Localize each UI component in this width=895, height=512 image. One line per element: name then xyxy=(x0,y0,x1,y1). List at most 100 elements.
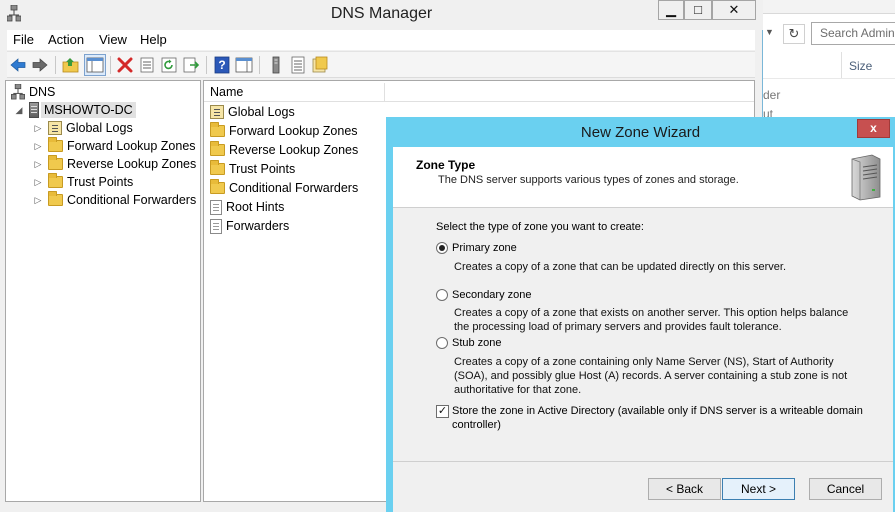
export-list-icon[interactable] xyxy=(180,54,202,76)
menu-help[interactable]: Help xyxy=(140,32,167,47)
search-input[interactable]: Search Admin xyxy=(811,22,895,45)
list-item[interactable]: Root Hints xyxy=(210,198,284,216)
show-action-pane-icon[interactable] xyxy=(233,54,255,76)
next-button[interactable]: Next > xyxy=(722,478,795,500)
folder-icon xyxy=(48,173,63,188)
tree-item-label: Forward Lookup Zones xyxy=(67,139,196,153)
maximize-button[interactable]: □ xyxy=(684,0,712,20)
toolbar: ? xyxy=(7,51,755,78)
column-header-name[interactable]: Name xyxy=(210,85,243,99)
list-item[interactable]: Trust Points xyxy=(210,160,295,178)
collapse-arrow-icon[interactable]: ◢ xyxy=(13,105,25,116)
forward-arrow-icon[interactable] xyxy=(29,54,51,76)
primary-zone-description: Creates a copy of a zone that can be upd… xyxy=(454,261,787,273)
dialog-title: New Zone Wizard xyxy=(580,124,701,141)
list-item-label: Global Logs xyxy=(228,105,295,119)
tree-item-label: Trust Points xyxy=(67,175,134,189)
tree-item-conditional-forwarders[interactable]: ▷ Conditional Forwarders xyxy=(32,191,196,209)
tree-item-trust-points[interactable]: ▷ Trust Points xyxy=(32,173,133,191)
list-item-label: Trust Points xyxy=(229,162,296,176)
properties-icon[interactable] xyxy=(136,54,158,76)
radio-label: Primary zone xyxy=(452,242,517,254)
tree-item-label: Reverse Lookup Zones xyxy=(67,157,197,171)
address-dropdown-icon[interactable]: ▼ xyxy=(765,27,779,43)
stub-zone-radio[interactable] xyxy=(436,337,448,349)
toolbar-separator xyxy=(259,56,260,74)
menu-file[interactable]: File xyxy=(13,32,34,47)
list-item-label: Forwarders xyxy=(226,219,290,233)
close-button[interactable]: x xyxy=(857,119,890,138)
show-console-tree-icon[interactable] xyxy=(84,54,106,76)
list-item[interactable]: Forward Lookup Zones xyxy=(210,122,358,140)
back-button[interactable]: < Back xyxy=(648,478,721,500)
list-item[interactable]: Conditional Forwarders xyxy=(210,179,358,197)
expand-arrow-icon[interactable]: ▷ xyxy=(32,195,44,206)
stub-zone-option[interactable]: Stub zone xyxy=(436,337,502,349)
expand-arrow-icon[interactable]: ▷ xyxy=(32,141,44,152)
menu-bar: File Action View Help xyxy=(7,30,755,50)
window-title: DNS Manager xyxy=(330,5,433,22)
secondary-zone-description: Creates a copy of a zone that exists on … xyxy=(454,307,849,333)
toolbar-separator xyxy=(110,56,111,74)
new-zone-wizard-dialog: New Zone Wizard x Zone Type The DNS serv… xyxy=(386,117,895,512)
toolbar-separator xyxy=(206,56,207,74)
expand-arrow-icon[interactable]: ▷ xyxy=(32,177,44,188)
expand-arrow-icon[interactable]: ▷ xyxy=(32,123,44,134)
log-icon xyxy=(210,105,224,119)
tree-item-server[interactable]: ◢ MSHOWTO-DC xyxy=(13,101,136,119)
server-tower-icon xyxy=(851,154,881,201)
tree-item-label: Global Logs xyxy=(66,121,133,135)
wizard-content: Select the type of zone you want to crea… xyxy=(393,209,893,461)
wizard-header: Zone Type The DNS server supports variou… xyxy=(393,147,893,208)
list-item-label: Reverse Lookup Zones xyxy=(229,143,359,157)
wizard-footer: < Back Next > Cancel xyxy=(393,461,893,512)
tree-item-global-logs[interactable]: ▷ Global Logs xyxy=(32,119,133,137)
list-header: Name xyxy=(204,83,754,102)
dialog-body: Zone Type The DNS server supports variou… xyxy=(393,147,893,512)
radio-label: Secondary zone xyxy=(452,289,532,301)
log-icon xyxy=(48,121,62,135)
minimize-button[interactable]: ▁ xyxy=(658,0,684,20)
header-divider xyxy=(763,78,895,79)
primary-zone-radio[interactable] xyxy=(436,242,448,254)
tree-item-label: MSHOWTO-DC xyxy=(41,102,136,118)
tree-item-forward-lookup-zones[interactable]: ▷ Forward Lookup Zones xyxy=(32,137,196,155)
store-in-ad-label[interactable]: Store the zone in Active Directory (avai… xyxy=(452,404,872,432)
menu-action[interactable]: Action xyxy=(48,32,84,47)
tree-item-dns[interactable]: DNS xyxy=(11,83,55,101)
refresh-icon[interactable] xyxy=(158,54,180,76)
radio-label: Stub zone xyxy=(452,337,502,349)
menu-view[interactable]: View xyxy=(99,32,127,47)
title-bar[interactable]: DNS Manager ▁ □ ✕ xyxy=(0,0,763,30)
svg-text:?: ? xyxy=(218,58,225,72)
dialog-title-bar[interactable]: New Zone Wizard x xyxy=(386,117,895,146)
expand-arrow-icon[interactable]: ▷ xyxy=(32,159,44,170)
secondary-zone-option[interactable]: Secondary zone xyxy=(436,289,532,301)
column-header-size[interactable]: Size xyxy=(849,59,872,73)
tree-item-label: DNS xyxy=(29,85,56,99)
zone-folder-icon[interactable] xyxy=(309,54,331,76)
refresh-icon[interactable]: ↻ xyxy=(783,24,805,44)
column-divider xyxy=(841,52,842,78)
cancel-button[interactable]: Cancel xyxy=(809,478,882,500)
server-icon xyxy=(29,102,39,118)
list-item[interactable]: Reverse Lookup Zones xyxy=(210,141,358,159)
column-divider[interactable] xyxy=(384,83,385,102)
server-icon[interactable] xyxy=(265,54,287,76)
secondary-zone-radio[interactable] xyxy=(436,289,448,301)
up-folder-icon[interactable] xyxy=(60,54,82,76)
back-arrow-icon[interactable] xyxy=(7,54,29,76)
close-button[interactable]: ✕ xyxy=(712,0,756,20)
primary-zone-option[interactable]: Primary zone xyxy=(436,242,517,254)
list-item[interactable]: Global Logs xyxy=(210,103,295,121)
list-view-icon[interactable] xyxy=(287,54,309,76)
partial-list-item: der xyxy=(763,88,781,102)
help-icon[interactable]: ? xyxy=(211,54,233,76)
page-title: Zone Type xyxy=(416,158,476,172)
delete-icon[interactable] xyxy=(114,54,136,76)
tree-item-reverse-lookup-zones[interactable]: ▷ Reverse Lookup Zones xyxy=(32,155,196,173)
store-in-ad-checkbox[interactable]: ✓ xyxy=(436,405,449,418)
folder-icon xyxy=(210,179,225,194)
list-item[interactable]: Forwarders xyxy=(210,217,289,235)
folder-icon xyxy=(210,141,225,156)
